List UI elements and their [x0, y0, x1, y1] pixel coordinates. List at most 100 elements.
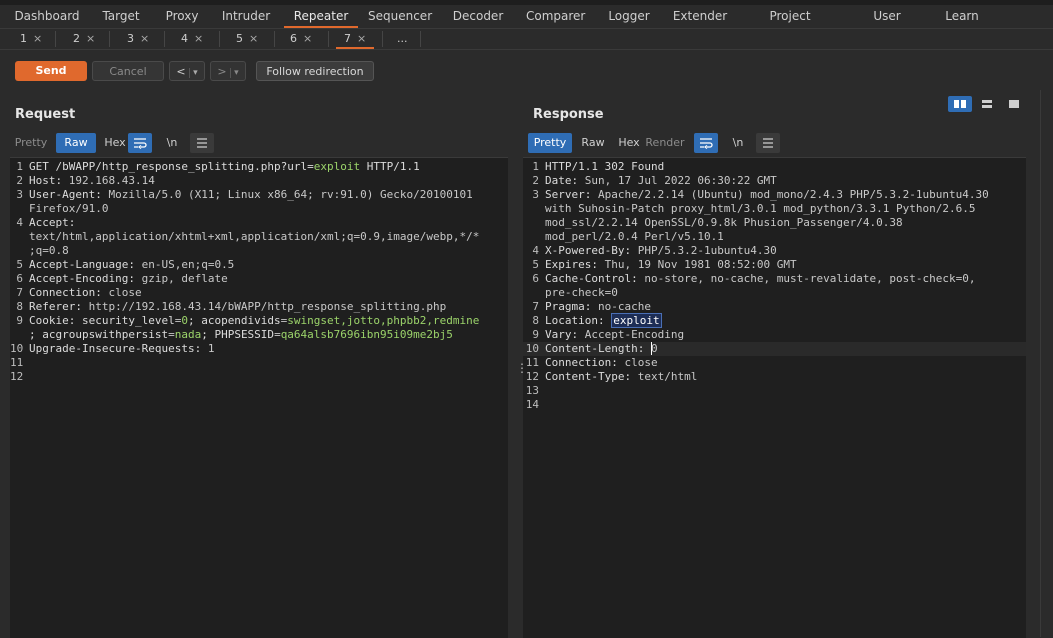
wrap-icon[interactable]: [128, 133, 152, 153]
menu-icon[interactable]: [756, 133, 780, 153]
line-text: User-Agent: Mozilla/5.0 (X11; Linux x86_…: [29, 188, 473, 202]
tab-learn[interactable]: Learn: [942, 5, 982, 28]
repeater-tab-1[interactable]: 1 ×: [20, 29, 42, 49]
follow-redirection-button[interactable]: Follow redirection: [256, 61, 374, 81]
tabbed-layout-icon[interactable]: [1002, 96, 1026, 112]
tab-intruder[interactable]: Intruder: [218, 5, 274, 28]
tab-project-options[interactable]: Project options: [748, 5, 832, 46]
stacked-layout-icon[interactable]: [975, 96, 999, 112]
line-text: Accept-Encoding: gzip, deflate: [29, 272, 228, 286]
tab-repeater[interactable]: Repeater: [284, 5, 358, 28]
newline-toggle[interactable]: \n: [160, 133, 184, 153]
close-icon[interactable]: ×: [249, 32, 258, 45]
line-number: 6: [532, 272, 539, 285]
close-icon[interactable]: ×: [194, 32, 203, 45]
tab-divider: [164, 31, 165, 47]
split-divider[interactable]: [516, 157, 522, 637]
repeater-tab-3[interactable]: 3 ×: [127, 29, 149, 49]
chevron-down-icon[interactable]: ▾: [230, 68, 239, 78]
newline-toggle[interactable]: \n: [726, 133, 750, 153]
code-token: Accept-Encoding:: [29, 272, 142, 285]
line-number: 4: [532, 244, 539, 257]
line-number: 2: [16, 174, 23, 187]
tab-logger[interactable]: Logger: [606, 5, 652, 28]
line-text: Content-Length: 0: [545, 342, 658, 356]
line-text: Accept-Language: en-US,en;q=0.5: [29, 258, 234, 272]
code-token: User-Agent:: [29, 188, 109, 201]
line-text: GET /bWAPP/http_response_splitting.php?u…: [29, 160, 420, 174]
code-token: Firefox/91.0: [29, 202, 109, 215]
close-icon[interactable]: ×: [357, 32, 366, 45]
send-button[interactable]: Send: [15, 61, 87, 81]
editor-line: 5 Accept-Language: en-US,en;q=0.5: [10, 258, 508, 272]
line-text: Host: 192.168.43.14: [29, 174, 155, 188]
response-tab-raw[interactable]: Raw: [576, 133, 610, 153]
line-number: 14: [525, 398, 539, 411]
response-tab-pretty[interactable]: Pretty: [528, 133, 572, 153]
tab-target[interactable]: Target: [96, 5, 146, 28]
wrap-icon[interactable]: [694, 133, 718, 153]
code-token: Upgrade-Insecure-Requests:: [29, 342, 208, 355]
tab-user-options[interactable]: User options: [852, 5, 922, 46]
repeater-tab-more[interactable]: ...: [397, 29, 408, 49]
editor-line: 8 Location: exploit: [523, 313, 1026, 328]
forward-button[interactable]: > ▾: [210, 61, 246, 81]
response-tab-hex[interactable]: Hex: [610, 133, 648, 153]
cancel-button[interactable]: Cancel: [92, 61, 164, 81]
back-button[interactable]: < ▾: [169, 61, 205, 81]
line-text: Date: Sun, 17 Jul 2022 06:30:22 GMT: [545, 174, 777, 188]
request-tab-raw[interactable]: Raw: [56, 133, 96, 153]
editor-line: 9 Cookie: security_level=0; acopendivids=…: [10, 314, 508, 328]
line-text: Firefox/91.0: [29, 202, 108, 216]
tab-divider: [55, 31, 56, 47]
editor-line: 4 Accept:: [10, 216, 508, 230]
tab-comparer[interactable]: Comparer: [526, 5, 585, 28]
code-token: qa64alsb7696ibn95i09me2bj5: [280, 328, 453, 341]
repeater-tab-4[interactable]: 4 ×: [181, 29, 203, 49]
repeater-tab-5[interactable]: 5 ×: [236, 29, 258, 49]
line-text: Upgrade-Insecure-Requests: 1: [29, 342, 214, 356]
tab-sequencer[interactable]: Sequencer: [368, 5, 432, 28]
line-text: with Suhosin-Patch proxy_html/3.0.1 mod_…: [545, 202, 975, 216]
chevron-down-icon[interactable]: ▾: [189, 68, 198, 78]
editor-line: with Suhosin-Patch proxy_html/3.0.1 mod_…: [523, 202, 1026, 216]
code-token: swingset,jotto,phpbb2,redmine: [287, 314, 480, 327]
editor-line: 3 Server: Apache/2.2.14 (Ubuntu) mod_mono…: [523, 188, 1026, 202]
tab-divider: [274, 31, 275, 47]
line-number: 5: [532, 258, 539, 271]
close-icon[interactable]: ×: [33, 32, 42, 45]
side-by-side-layout-icon[interactable]: [948, 96, 972, 112]
code-token: Content-Length:: [545, 342, 651, 355]
tab-divider: [382, 31, 383, 47]
tab-decoder[interactable]: Decoder: [450, 5, 506, 28]
close-icon[interactable]: ×: [86, 32, 95, 45]
line-text: Connection: close: [29, 286, 142, 300]
line-text: Referer: http://192.168.43.14/bWAPP/http…: [29, 300, 446, 314]
repeater-tab-7[interactable]: 7 ×: [335, 29, 375, 49]
code-token: security_level: [81, 314, 175, 327]
tab-proxy[interactable]: Proxy: [160, 5, 204, 28]
menu-icon[interactable]: [190, 133, 214, 153]
editor-line: 3 User-Agent: Mozilla/5.0 (X11; Linux x86…: [10, 188, 508, 202]
code-token: Thu, 19 Nov 1981 08:52:00 GMT: [604, 258, 797, 271]
response-editor[interactable]: 1 HTTP/1.1 302 Found 2 Date: Sun, 17 Jul 20…: [523, 157, 1026, 638]
close-icon[interactable]: ×: [140, 32, 149, 45]
code-token: GET /bWAPP/http_response_splitting.php?u…: [29, 160, 314, 173]
request-editor[interactable]: 1 GET /bWAPP/http_response_splitting.php?…: [10, 157, 508, 638]
editor-line: 14: [523, 398, 1026, 412]
code-token: text/html,application/xhtml+xml,applicat…: [29, 230, 480, 243]
editor-line: 4 X-Powered-By: PHP/5.3.2-1ubuntu4.30: [523, 244, 1026, 258]
repeater-tab-6[interactable]: 6 ×: [290, 29, 312, 49]
editor-line: 12: [10, 370, 508, 384]
line-number: 10: [525, 342, 539, 355]
close-icon[interactable]: ×: [303, 32, 312, 45]
request-tab-pretty[interactable]: Pretty: [10, 133, 52, 153]
repeater-tab-2[interactable]: 2 ×: [73, 29, 95, 49]
code-token: Cache-Control:: [545, 272, 645, 285]
tab-extender[interactable]: Extender: [672, 5, 728, 28]
inspector-collapsed-strip[interactable]: [1040, 90, 1053, 637]
line-text: Content-Type: text/html: [545, 370, 697, 384]
response-tab-render[interactable]: Render: [644, 133, 686, 153]
code-token: pre-check=0: [545, 286, 618, 299]
tab-dashboard[interactable]: Dashboard: [12, 5, 82, 28]
